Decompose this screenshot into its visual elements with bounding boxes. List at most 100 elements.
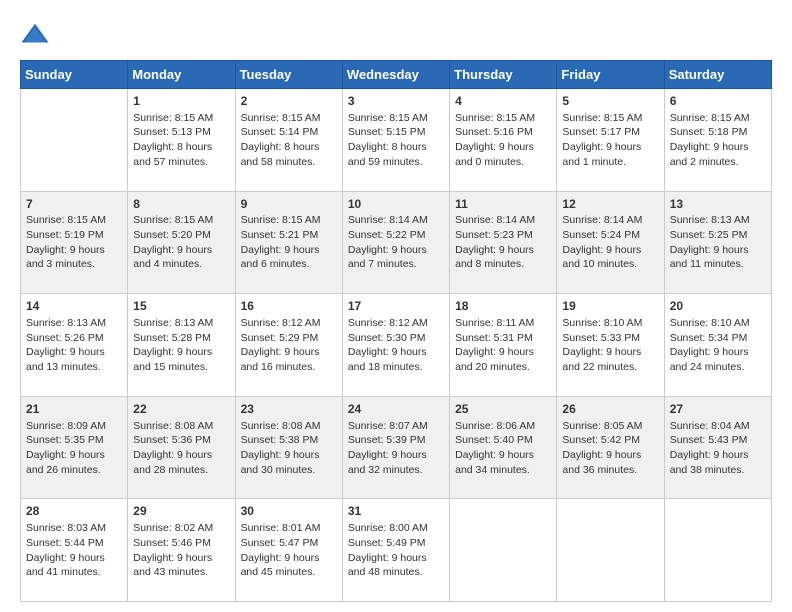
weekday-header-wednesday: Wednesday: [342, 61, 449, 89]
page: SundayMondayTuesdayWednesdayThursdayFrid…: [0, 0, 792, 612]
calendar-cell: [450, 499, 557, 602]
day-info-line: Sunset: 5:46 PM: [133, 536, 229, 551]
day-info-line: Daylight: 9 hours: [562, 448, 658, 463]
day-info-line: Sunset: 5:17 PM: [562, 125, 658, 140]
calendar-cell: 6Sunrise: 8:15 AMSunset: 5:18 PMDaylight…: [664, 89, 771, 192]
day-info-line: Sunset: 5:16 PM: [455, 125, 551, 140]
calendar-cell: 30Sunrise: 8:01 AMSunset: 5:47 PMDayligh…: [235, 499, 342, 602]
day-info-line: Sunrise: 8:15 AM: [241, 213, 337, 228]
day-info-line: Sunset: 5:34 PM: [670, 331, 766, 346]
calendar-cell: 11Sunrise: 8:14 AMSunset: 5:23 PMDayligh…: [450, 191, 557, 294]
day-info-line: and 45 minutes.: [241, 565, 337, 580]
day-number: 17: [348, 298, 444, 315]
day-number: 31: [348, 503, 444, 520]
day-info-line: and 0 minutes.: [455, 155, 551, 170]
weekday-header-friday: Friday: [557, 61, 664, 89]
weekday-header-tuesday: Tuesday: [235, 61, 342, 89]
day-info-line: Sunset: 5:15 PM: [348, 125, 444, 140]
day-info-line: Daylight: 9 hours: [241, 345, 337, 360]
day-info-line: and 41 minutes.: [26, 565, 122, 580]
calendar-cell: 8Sunrise: 8:15 AMSunset: 5:20 PMDaylight…: [128, 191, 235, 294]
calendar-cell: 3Sunrise: 8:15 AMSunset: 5:15 PMDaylight…: [342, 89, 449, 192]
day-number: 18: [455, 298, 551, 315]
day-number: 11: [455, 196, 551, 213]
day-number: 8: [133, 196, 229, 213]
day-info-line: Daylight: 8 hours: [133, 140, 229, 155]
day-info-line: Sunrise: 8:10 AM: [562, 316, 658, 331]
logo-icon: [20, 20, 50, 50]
day-number: 10: [348, 196, 444, 213]
calendar-cell: 18Sunrise: 8:11 AMSunset: 5:31 PMDayligh…: [450, 294, 557, 397]
day-info-line: Sunrise: 8:12 AM: [241, 316, 337, 331]
calendar-cell: 21Sunrise: 8:09 AMSunset: 5:35 PMDayligh…: [21, 396, 128, 499]
calendar-cell: 15Sunrise: 8:13 AMSunset: 5:28 PMDayligh…: [128, 294, 235, 397]
day-info-line: Sunset: 5:20 PM: [133, 228, 229, 243]
day-number: 5: [562, 93, 658, 110]
calendar-week-row: 28Sunrise: 8:03 AMSunset: 5:44 PMDayligh…: [21, 499, 772, 602]
day-info-line: Sunrise: 8:13 AM: [670, 213, 766, 228]
day-info-line: Sunrise: 8:15 AM: [455, 111, 551, 126]
day-info-line: Sunrise: 8:15 AM: [562, 111, 658, 126]
calendar-week-row: 1Sunrise: 8:15 AMSunset: 5:13 PMDaylight…: [21, 89, 772, 192]
calendar-cell: [664, 499, 771, 602]
day-info-line: Sunrise: 8:15 AM: [133, 213, 229, 228]
day-info-line: Daylight: 9 hours: [455, 345, 551, 360]
day-number: 15: [133, 298, 229, 315]
day-info-line: Sunset: 5:22 PM: [348, 228, 444, 243]
day-number: 12: [562, 196, 658, 213]
day-info-line: Sunrise: 8:14 AM: [562, 213, 658, 228]
day-info-line: Daylight: 9 hours: [348, 345, 444, 360]
calendar-cell: 4Sunrise: 8:15 AMSunset: 5:16 PMDaylight…: [450, 89, 557, 192]
calendar-cell: 29Sunrise: 8:02 AMSunset: 5:46 PMDayligh…: [128, 499, 235, 602]
calendar-cell: 28Sunrise: 8:03 AMSunset: 5:44 PMDayligh…: [21, 499, 128, 602]
day-info-line: and 36 minutes.: [562, 463, 658, 478]
day-info-line: Daylight: 9 hours: [348, 448, 444, 463]
day-number: 2: [241, 93, 337, 110]
calendar-cell: [557, 499, 664, 602]
day-info-line: Sunset: 5:44 PM: [26, 536, 122, 551]
day-info-line: Daylight: 9 hours: [133, 345, 229, 360]
calendar-cell: 14Sunrise: 8:13 AMSunset: 5:26 PMDayligh…: [21, 294, 128, 397]
day-number: 30: [241, 503, 337, 520]
day-info-line: Sunrise: 8:01 AM: [241, 521, 337, 536]
day-number: 22: [133, 401, 229, 418]
day-info-line: Sunset: 5:35 PM: [26, 433, 122, 448]
day-info-line: and 16 minutes.: [241, 360, 337, 375]
day-info-line: Sunrise: 8:06 AM: [455, 419, 551, 434]
day-info-line: Sunrise: 8:10 AM: [670, 316, 766, 331]
day-info-line: Daylight: 9 hours: [670, 140, 766, 155]
calendar-cell: 2Sunrise: 8:15 AMSunset: 5:14 PMDaylight…: [235, 89, 342, 192]
day-number: 28: [26, 503, 122, 520]
day-info-line: and 3 minutes.: [26, 257, 122, 272]
day-info-line: Sunset: 5:33 PM: [562, 331, 658, 346]
day-info-line: Sunset: 5:49 PM: [348, 536, 444, 551]
day-info-line: Sunrise: 8:14 AM: [455, 213, 551, 228]
day-info-line: and 11 minutes.: [670, 257, 766, 272]
day-number: 7: [26, 196, 122, 213]
day-number: 14: [26, 298, 122, 315]
day-number: 25: [455, 401, 551, 418]
day-info-line: and 28 minutes.: [133, 463, 229, 478]
day-info-line: Sunrise: 8:11 AM: [455, 316, 551, 331]
weekday-header-saturday: Saturday: [664, 61, 771, 89]
calendar-cell: 23Sunrise: 8:08 AMSunset: 5:38 PMDayligh…: [235, 396, 342, 499]
day-number: 3: [348, 93, 444, 110]
day-info-line: Sunrise: 8:00 AM: [348, 521, 444, 536]
day-info-line: Sunset: 5:43 PM: [670, 433, 766, 448]
calendar-table: SundayMondayTuesdayWednesdayThursdayFrid…: [20, 60, 772, 602]
calendar-week-row: 21Sunrise: 8:09 AMSunset: 5:35 PMDayligh…: [21, 396, 772, 499]
day-info-line: and 57 minutes.: [133, 155, 229, 170]
day-info-line: Daylight: 9 hours: [241, 551, 337, 566]
calendar-cell: 27Sunrise: 8:04 AMSunset: 5:43 PMDayligh…: [664, 396, 771, 499]
day-info-line: Sunrise: 8:07 AM: [348, 419, 444, 434]
weekday-header-thursday: Thursday: [450, 61, 557, 89]
day-number: 26: [562, 401, 658, 418]
weekday-header-sunday: Sunday: [21, 61, 128, 89]
day-info-line: Daylight: 9 hours: [133, 448, 229, 463]
day-info-line: Sunrise: 8:15 AM: [241, 111, 337, 126]
day-info-line: Sunset: 5:38 PM: [241, 433, 337, 448]
day-info-line: and 59 minutes.: [348, 155, 444, 170]
day-info-line: Sunset: 5:13 PM: [133, 125, 229, 140]
day-info-line: and 32 minutes.: [348, 463, 444, 478]
day-info-line: Sunset: 5:36 PM: [133, 433, 229, 448]
